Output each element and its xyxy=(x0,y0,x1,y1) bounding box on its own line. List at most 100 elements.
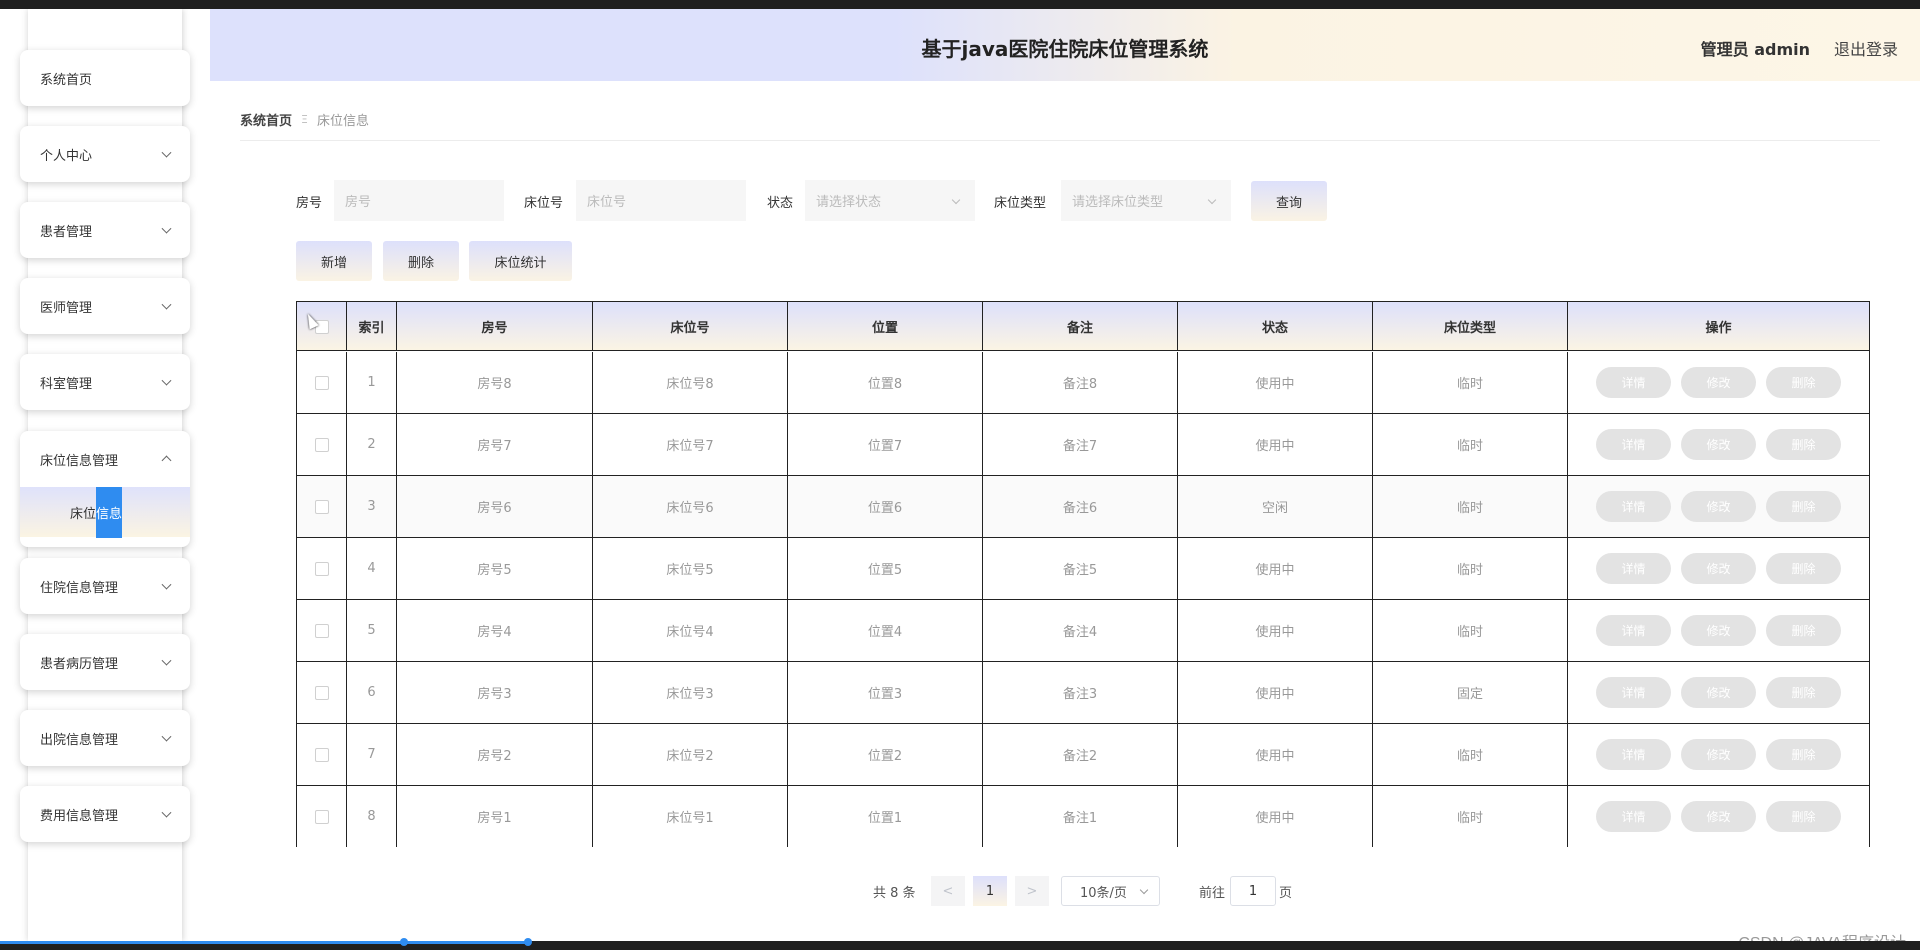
table-row: 2 房号7 床位号7 位置7 备注7 使用中 临时 详情 修改 删除 xyxy=(297,414,1869,476)
detail-button[interactable]: 详情 xyxy=(1596,801,1671,832)
cell-actions: 详情 修改 删除 xyxy=(1567,600,1869,661)
table-row: 3 房号6 床位号6 位置6 备注6 空闲 临时 详情 修改 删除 xyxy=(297,476,1869,538)
cell-remark: 备注5 xyxy=(982,538,1177,599)
cell-location: 位置1 xyxy=(787,786,982,847)
chevron-down-icon xyxy=(161,147,172,158)
row-checkbox[interactable] xyxy=(314,809,329,824)
bed-type-select[interactable]: 请选择床位类型 xyxy=(1061,180,1231,221)
edit-button[interactable]: 修改 xyxy=(1681,553,1756,584)
logout-link[interactable]: 退出登录 xyxy=(1834,36,1898,60)
cell-location: 位置8 xyxy=(787,352,982,413)
sidebar-item-label: 系统首页 xyxy=(40,72,93,88)
sidebar-subitem-bed-info[interactable]: 床位 信息 xyxy=(20,486,190,538)
edit-button[interactable]: 修改 xyxy=(1681,615,1756,646)
detail-button[interactable]: 详情 xyxy=(1596,677,1671,708)
video-progress-bar[interactable] xyxy=(0,941,528,944)
row-delete-button[interactable]: 删除 xyxy=(1766,367,1841,398)
sidebar-item-discharge[interactable]: 出院信息管理 xyxy=(20,710,190,766)
row-checkbox[interactable] xyxy=(314,747,329,762)
sidebar-item-bed-info[interactable]: 床位信息管理 xyxy=(20,431,190,487)
cell-status: 使用中 xyxy=(1177,414,1372,475)
sidebar-item-admission[interactable]: 住院信息管理 xyxy=(20,558,190,614)
select-all-cell xyxy=(297,302,346,351)
cell-actions: 详情 修改 删除 xyxy=(1567,476,1869,537)
add-button[interactable]: 新增 xyxy=(296,241,372,281)
edit-button[interactable]: 修改 xyxy=(1681,677,1756,708)
row-checkbox[interactable] xyxy=(314,437,329,452)
progress-handle[interactable] xyxy=(524,938,532,946)
edit-button[interactable]: 修改 xyxy=(1681,739,1756,770)
row-checkbox[interactable] xyxy=(314,685,329,700)
goto-page-input[interactable]: 1 xyxy=(1230,876,1276,906)
cell-actions: 详情 修改 删除 xyxy=(1567,414,1869,475)
page-1-button[interactable]: 1 xyxy=(973,876,1007,906)
query-button[interactable]: 查询 xyxy=(1251,181,1327,221)
sidebar-item-department[interactable]: 科室管理 xyxy=(20,354,190,410)
edit-button[interactable]: 修改 xyxy=(1681,491,1756,522)
row-select-cell xyxy=(297,538,346,599)
row-delete-button[interactable]: 删除 xyxy=(1766,739,1841,770)
row-delete-button[interactable]: 删除 xyxy=(1766,553,1841,584)
row-checkbox[interactable] xyxy=(314,499,329,514)
cell-index: 2 xyxy=(346,414,396,475)
row-select-cell xyxy=(297,786,346,847)
sidebar-item-fee[interactable]: 费用信息管理 xyxy=(20,786,190,842)
breadcrumb-home[interactable]: 系统首页 xyxy=(240,110,292,129)
chevron-down-icon xyxy=(1207,195,1217,205)
row-delete-button[interactable]: 删除 xyxy=(1766,801,1841,832)
table-row: 5 房号4 床位号4 位置4 备注4 使用中 临时 详情 修改 删除 xyxy=(297,600,1869,662)
app-window: 系统首页 个人中心 患者管理 医师管理 科室管理 床位信息管理 床位 信息 住院信… xyxy=(0,9,1920,941)
table-row: 1 房号8 床位号8 位置8 备注8 使用中 临时 详情 修改 删除 xyxy=(297,352,1869,414)
sidebar-subitem-label-selected: 信息 xyxy=(96,486,123,538)
prev-page-button[interactable]: < xyxy=(931,876,965,906)
breadcrumb: 系统首页 Ξ 床位信息 xyxy=(240,110,369,129)
room-input[interactable]: 房号 xyxy=(334,180,504,221)
row-checkbox[interactable] xyxy=(314,561,329,576)
next-page-button[interactable]: > xyxy=(1015,876,1049,906)
sidebar-item-label: 患者病历管理 xyxy=(40,656,119,672)
sidebar-item-label: 科室管理 xyxy=(40,376,93,392)
cell-bed: 床位号5 xyxy=(592,538,787,599)
status-select[interactable]: 请选择状态 xyxy=(805,180,975,221)
table-row: 4 房号5 床位号5 位置5 备注5 使用中 临时 详情 修改 删除 xyxy=(297,538,1869,600)
detail-button[interactable]: 详情 xyxy=(1596,367,1671,398)
sidebar-item-label: 患者管理 xyxy=(40,224,93,240)
sidebar-item-home[interactable]: 系统首页 xyxy=(20,50,190,106)
breadcrumb-current: 床位信息 xyxy=(316,114,369,129)
row-checkbox[interactable] xyxy=(314,375,329,390)
detail-button[interactable]: 详情 xyxy=(1596,615,1671,646)
row-delete-button[interactable]: 删除 xyxy=(1766,677,1841,708)
detail-button[interactable]: 详情 xyxy=(1596,739,1671,770)
sidebar-item-medical-record[interactable]: 患者病历管理 xyxy=(20,634,190,690)
detail-button[interactable]: 详情 xyxy=(1596,429,1671,460)
header-room: 房号 xyxy=(396,302,592,351)
row-delete-button[interactable]: 删除 xyxy=(1766,615,1841,646)
edit-button[interactable]: 修改 xyxy=(1681,367,1756,398)
goto-prefix: 前往 xyxy=(1199,885,1226,901)
detail-button[interactable]: 详情 xyxy=(1596,491,1671,522)
delete-button[interactable]: 删除 xyxy=(383,241,459,281)
detail-button[interactable]: 详情 xyxy=(1596,553,1671,584)
row-select-cell xyxy=(297,352,346,413)
progress-marker xyxy=(400,938,408,946)
bed-stats-button[interactable]: 床位统计 xyxy=(469,241,572,281)
cell-bed: 床位号6 xyxy=(592,476,787,537)
cell-index: 4 xyxy=(346,538,396,599)
sidebar-item-personal-center[interactable]: 个人中心 xyxy=(20,126,190,182)
row-checkbox[interactable] xyxy=(314,623,329,638)
bed-table: 索引 房号 床位号 位置 备注 状态 床位类型 操作 1 房号8 床位号8 位置… xyxy=(296,301,1870,848)
cell-index: 6 xyxy=(346,662,396,723)
cell-actions: 详情 修改 删除 xyxy=(1567,786,1869,847)
edit-button[interactable]: 修改 xyxy=(1681,801,1756,832)
sidebar-item-doctor[interactable]: 医师管理 xyxy=(20,278,190,334)
chevron-down-icon xyxy=(161,807,172,818)
cell-remark: 备注6 xyxy=(982,476,1177,537)
bed-input[interactable]: 床位号 xyxy=(576,180,746,221)
table-row: 6 房号3 床位号3 位置3 备注3 使用中 固定 详情 修改 删除 xyxy=(297,662,1869,724)
row-delete-button[interactable]: 删除 xyxy=(1766,429,1841,460)
sidebar-item-patient[interactable]: 患者管理 xyxy=(20,202,190,258)
sidebar-group-bed-info: 床位信息管理 床位 信息 xyxy=(20,431,190,547)
edit-button[interactable]: 修改 xyxy=(1681,429,1756,460)
row-delete-button[interactable]: 删除 xyxy=(1766,491,1841,522)
page-size-select[interactable]: 10条/页 xyxy=(1061,876,1160,906)
